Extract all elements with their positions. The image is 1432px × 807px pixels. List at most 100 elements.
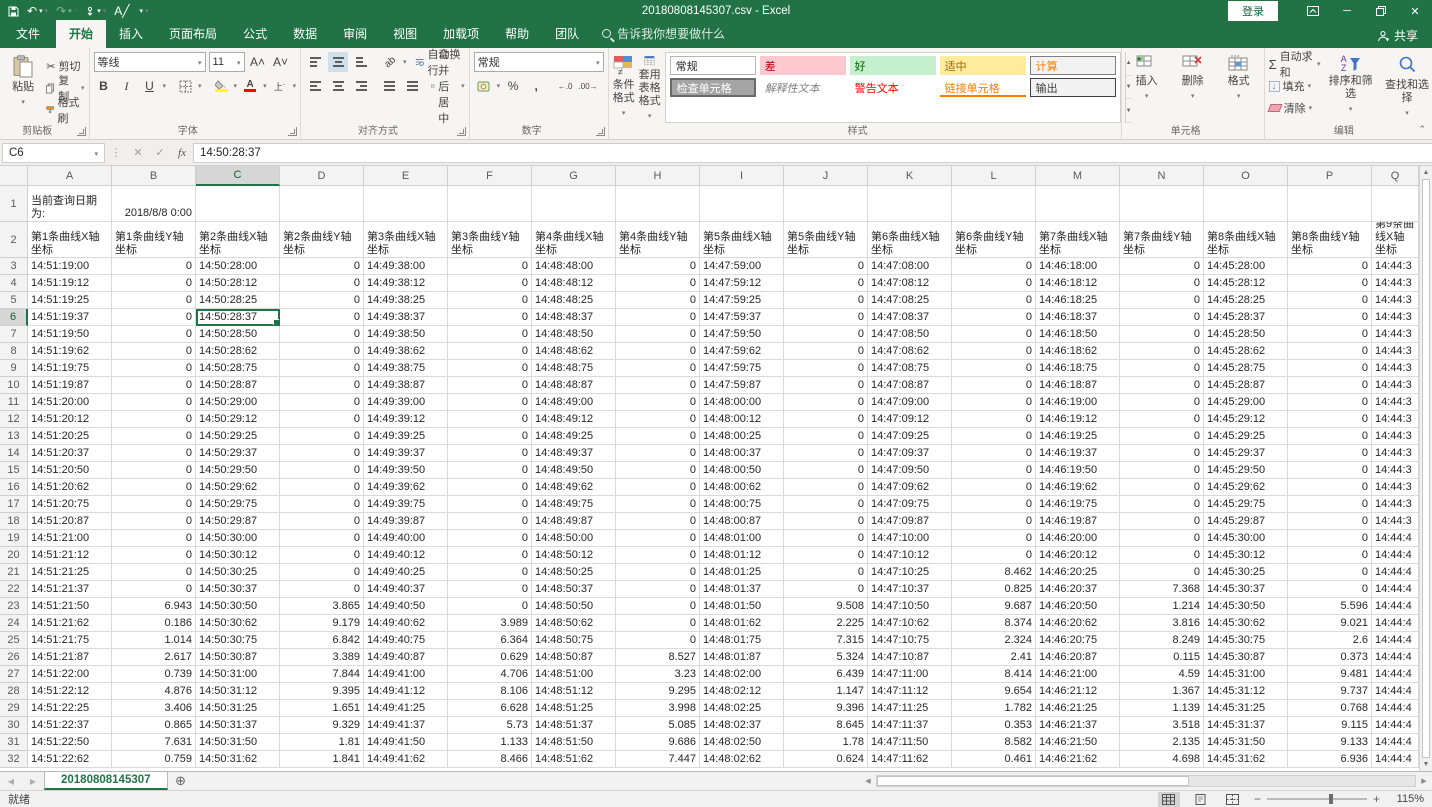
cell-D26[interactable]: 3.389	[280, 649, 364, 666]
share-button[interactable]: 共享	[1377, 27, 1418, 44]
cell-A31[interactable]: 14:51:22:50	[28, 734, 112, 751]
cell-I2[interactable]: 第5条曲线X轴坐标	[700, 222, 784, 258]
cell-style-normal[interactable]: 常规	[670, 56, 756, 75]
cell-K19[interactable]: 14:47:10:00	[868, 530, 952, 547]
cell-N11[interactable]: 0	[1120, 394, 1204, 411]
cell-I3[interactable]: 14:47:59:00	[700, 258, 784, 275]
cell-J30[interactable]: 8.645	[784, 717, 868, 734]
cell-style-bad[interactable]: 差	[760, 56, 846, 75]
align-top-icon[interactable]	[305, 52, 325, 72]
percent-style-icon[interactable]: %	[503, 76, 523, 96]
cell-E14[interactable]: 14:49:39:37	[364, 445, 448, 462]
font-color-icon[interactable]: A	[240, 76, 260, 96]
fill-button[interactable]: ↓填充▾	[1269, 76, 1321, 96]
cell-Q18[interactable]: 14:44:3	[1372, 513, 1419, 530]
cell-N4[interactable]: 0	[1120, 275, 1204, 292]
cell-Q3[interactable]: 14:44:3	[1372, 258, 1419, 275]
cell-P20[interactable]: 0	[1288, 547, 1372, 564]
cell-Q20[interactable]: 14:44:4	[1372, 547, 1419, 564]
underline-icon[interactable]: U	[140, 76, 160, 96]
cell-D30[interactable]: 9.329	[280, 717, 364, 734]
clear-button[interactable]: 清除▾	[1269, 98, 1321, 118]
cell-F9[interactable]: 0	[448, 360, 532, 377]
cell-P2[interactable]: 第8条曲线Y轴坐标	[1288, 222, 1372, 258]
cell-C8[interactable]: 14:50:28:62	[196, 343, 280, 360]
cell-N9[interactable]: 0	[1120, 360, 1204, 377]
cell-B2[interactable]: 第1条曲线Y轴坐标	[112, 222, 196, 258]
column-header-K[interactable]: K	[868, 166, 952, 186]
align-right-icon[interactable]	[351, 76, 371, 96]
cell-F7[interactable]: 0	[448, 326, 532, 343]
cell-I20[interactable]: 14:48:01:12	[700, 547, 784, 564]
cell-D1[interactable]	[280, 186, 364, 222]
cell-N26[interactable]: 0.115	[1120, 649, 1204, 666]
cell-N29[interactable]: 1.139	[1120, 700, 1204, 717]
row-header-7[interactable]: 7	[0, 326, 28, 343]
cell-E18[interactable]: 14:49:39:87	[364, 513, 448, 530]
cell-D3[interactable]: 0	[280, 258, 364, 275]
cell-H25[interactable]: 0	[616, 632, 700, 649]
cell-N31[interactable]: 2.135	[1120, 734, 1204, 751]
cell-I7[interactable]: 14:47:59:50	[700, 326, 784, 343]
row-header-4[interactable]: 4	[0, 275, 28, 292]
find-select-button[interactable]: 查找和选择▾	[1381, 52, 1432, 123]
cell-A5[interactable]: 14:51:19:25	[28, 292, 112, 309]
cell-E25[interactable]: 14:49:40:75	[364, 632, 448, 649]
column-header-F[interactable]: F	[448, 166, 532, 186]
cell-G18[interactable]: 14:48:49:87	[532, 513, 616, 530]
cell-F5[interactable]: 0	[448, 292, 532, 309]
cell-Q1[interactable]	[1372, 186, 1419, 222]
cell-N16[interactable]: 0	[1120, 479, 1204, 496]
column-header-L[interactable]: L	[952, 166, 1036, 186]
cell-N18[interactable]: 0	[1120, 513, 1204, 530]
cell-F16[interactable]: 0	[448, 479, 532, 496]
font-name-select[interactable]: 等线	[94, 52, 206, 72]
cell-K4[interactable]: 14:47:08:12	[868, 275, 952, 292]
cell-A15[interactable]: 14:51:20:50	[28, 462, 112, 479]
cell-K20[interactable]: 14:47:10:12	[868, 547, 952, 564]
cell-E21[interactable]: 14:49:40:25	[364, 564, 448, 581]
cell-C27[interactable]: 14:50:31:00	[196, 666, 280, 683]
zoom-slider[interactable]	[1267, 798, 1367, 800]
delete-cells-button[interactable]: 删除▾	[1172, 52, 1214, 123]
cell-I28[interactable]: 14:48:02:12	[700, 683, 784, 700]
cell-O15[interactable]: 14:45:29:50	[1204, 462, 1288, 479]
cell-F17[interactable]: 0	[448, 496, 532, 513]
cell-M10[interactable]: 14:46:18:87	[1036, 377, 1120, 394]
cell-E12[interactable]: 14:49:39:12	[364, 411, 448, 428]
cell-A8[interactable]: 14:51:19:62	[28, 343, 112, 360]
cell-M2[interactable]: 第7条曲线X轴坐标	[1036, 222, 1120, 258]
horizontal-scroll-thumb[interactable]	[877, 776, 1189, 786]
cell-J29[interactable]: 9.396	[784, 700, 868, 717]
cell-A24[interactable]: 14:51:21:62	[28, 615, 112, 632]
restore-button[interactable]	[1364, 0, 1398, 22]
cell-C2[interactable]: 第2条曲线X轴坐标	[196, 222, 280, 258]
cell-K27[interactable]: 14:47:11:00	[868, 666, 952, 683]
cell-Q28[interactable]: 14:44:4	[1372, 683, 1419, 700]
format-painter-button[interactable]: 格式刷	[46, 100, 84, 120]
cell-G22[interactable]: 14:48:50:37	[532, 581, 616, 598]
cell-G9[interactable]: 14:48:48:75	[532, 360, 616, 377]
cell-Q27[interactable]: 14:44:4	[1372, 666, 1419, 683]
cell-M3[interactable]: 14:46:18:00	[1036, 258, 1120, 275]
shrink-font-icon[interactable]: A˅	[271, 52, 291, 72]
cell-G23[interactable]: 14:48:50:50	[532, 598, 616, 615]
tab-数据[interactable]: 数据	[280, 20, 330, 48]
scroll-down-icon[interactable]: ▼	[1420, 758, 1432, 771]
cell-H1[interactable]	[616, 186, 700, 222]
cell-E27[interactable]: 14:49:41:00	[364, 666, 448, 683]
cell-O20[interactable]: 14:45:30:12	[1204, 547, 1288, 564]
cell-C19[interactable]: 14:50:30:00	[196, 530, 280, 547]
cell-L2[interactable]: 第6条曲线Y轴坐标	[952, 222, 1036, 258]
align-center-icon[interactable]	[328, 76, 348, 96]
cell-G13[interactable]: 14:48:49:25	[532, 428, 616, 445]
row-header-27[interactable]: 27	[0, 666, 28, 683]
format-as-table-button[interactable]: 套用表格格式▾	[639, 52, 661, 123]
cell-style-output[interactable]: 输出	[1030, 78, 1116, 97]
cell-A22[interactable]: 14:51:21:37	[28, 581, 112, 598]
cell-B9[interactable]: 0	[112, 360, 196, 377]
cell-F2[interactable]: 第3条曲线Y轴坐标	[448, 222, 532, 258]
cell-J28[interactable]: 1.147	[784, 683, 868, 700]
cell-K18[interactable]: 14:47:09:87	[868, 513, 952, 530]
cell-K14[interactable]: 14:47:09:37	[868, 445, 952, 462]
